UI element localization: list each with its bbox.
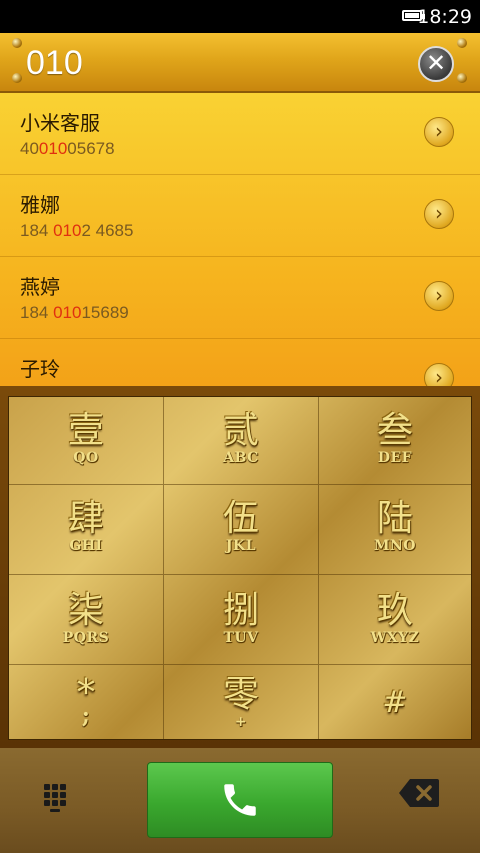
key-hash[interactable]: #	[319, 665, 471, 739]
dialed-number[interactable]: 010	[26, 43, 83, 83]
bottom-action-bar	[0, 748, 480, 853]
key-4[interactable]: 肆 GHI	[9, 485, 164, 575]
clear-icon[interactable]: ✕	[418, 46, 454, 82]
status-bar: 18:29	[0, 0, 480, 33]
key-3[interactable]: 叁 DEF	[319, 397, 471, 485]
call-button[interactable]	[147, 762, 333, 838]
backspace-icon[interactable]	[398, 778, 440, 808]
phone-icon	[224, 784, 256, 816]
contact-name: 雅娜	[20, 193, 60, 217]
key-star[interactable]: *;	[9, 665, 164, 739]
key-8[interactable]: 捌 TUV	[164, 575, 319, 665]
key-9[interactable]: 玖 WXYZ	[319, 575, 471, 665]
chevron-right-icon[interactable]: ›	[424, 117, 454, 147]
contact-number: 184 01015689	[20, 303, 129, 322]
key-7[interactable]: 柒 PQRS	[9, 575, 164, 665]
rivet-icon	[12, 38, 22, 48]
dialpad: 壹 QO 贰 ABC 叁 DEF 肆 GHI 伍 JKL 陆 MNO 柒 PQRS 捌 TUV …	[0, 386, 480, 748]
list-item[interactable]: 子玲 ›	[0, 339, 480, 386]
contact-number: 184 0102 4685	[20, 221, 134, 240]
chevron-right-icon[interactable]: ›	[424, 199, 454, 229]
rivet-icon	[457, 38, 467, 48]
rivet-icon	[12, 73, 22, 83]
status-time: 18:29	[417, 6, 472, 28]
list-item[interactable]: 雅娜 184 0102 4685 ›	[0, 175, 480, 257]
key-1[interactable]: 壹 QO	[9, 397, 164, 485]
contact-name: 燕婷	[20, 275, 60, 299]
key-2[interactable]: 贰 ABC	[164, 397, 319, 485]
dialpad-grid-icon[interactable]	[36, 776, 80, 820]
contact-name: 子玲	[20, 357, 60, 381]
contact-name: 小米客服	[20, 111, 100, 135]
key-5[interactable]: 伍 JKL	[164, 485, 319, 575]
chevron-right-icon[interactable]: ›	[424, 281, 454, 311]
list-item[interactable]: 小米客服 4001005678 ›	[0, 93, 480, 175]
dial-input-bar: 010 ✕	[0, 33, 480, 93]
contact-match-list: 小米客服 4001005678 › 雅娜 184 0102 4685 › 燕婷 …	[0, 93, 480, 386]
rivet-icon	[457, 73, 467, 83]
list-item[interactable]: 燕婷 184 01015689 ›	[0, 257, 480, 339]
dialpad-keys: 壹 QO 贰 ABC 叁 DEF 肆 GHI 伍 JKL 陆 MNO 柒 PQRS 捌 TUV …	[8, 396, 472, 740]
key-0[interactable]: 零 +	[164, 665, 319, 739]
contact-number: 4001005678	[20, 139, 115, 158]
chevron-right-icon[interactable]: ›	[424, 363, 454, 386]
key-6[interactable]: 陆 MNO	[319, 485, 471, 575]
